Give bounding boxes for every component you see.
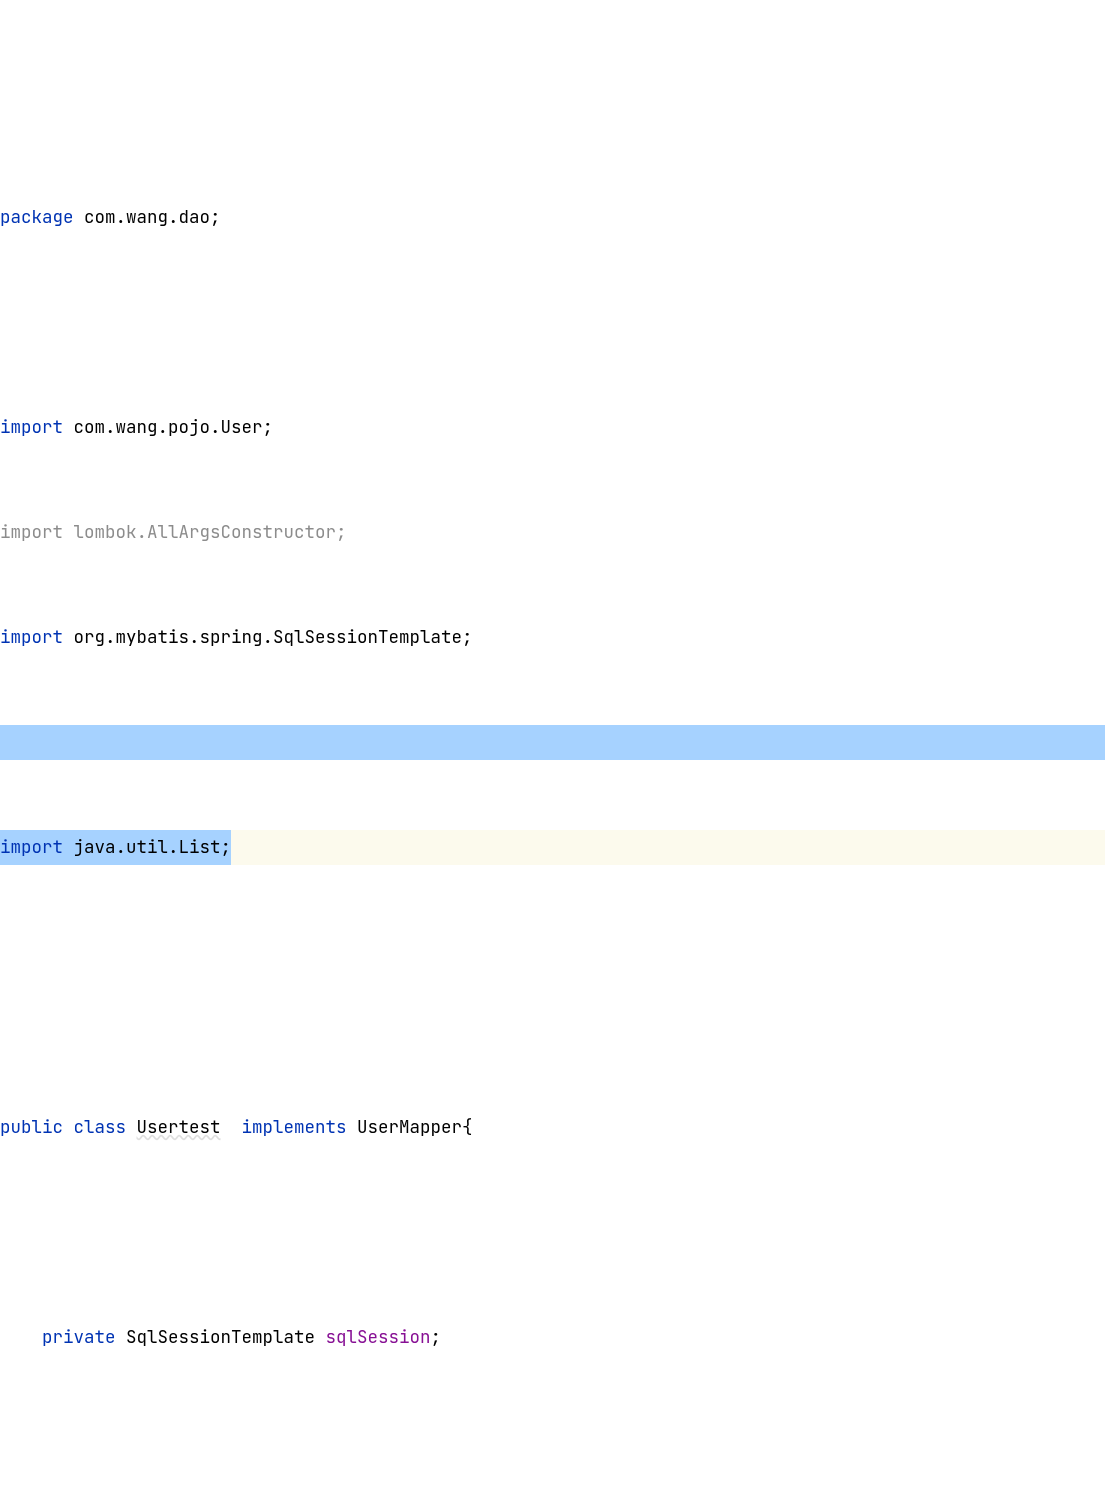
code-line[interactable]: import com.wang.pojo.User; xyxy=(0,410,1105,445)
code-line-blank[interactable] xyxy=(0,1005,1105,1040)
cursor-line-bg xyxy=(231,830,1105,865)
code-line-blank[interactable] xyxy=(0,935,1105,970)
code-line-selected-blank[interactable] xyxy=(0,725,1105,760)
keyword-public-class: public class xyxy=(0,1116,137,1139)
import-target: org.mybatis.spring.SqlSessionTemplate; xyxy=(63,626,473,649)
class-name: Usertest xyxy=(137,1116,221,1139)
interface-name: UserMapper{ xyxy=(357,1116,473,1139)
code-line-cursor[interactable]: import java.util.List; xyxy=(0,830,1105,865)
code-line[interactable]: import org.mybatis.spring.SqlSessionTemp… xyxy=(0,620,1105,655)
code-line-blank[interactable] xyxy=(0,1215,1105,1250)
code-editor[interactable]: package com.wang.dao; import com.wang.po… xyxy=(0,140,1105,1496)
import-target: com.wang.pojo.User; xyxy=(63,416,273,439)
import-target-gray: lombok.AllArgsConstructor; xyxy=(63,521,347,544)
keyword-private: private xyxy=(42,1326,126,1349)
code-line-blank[interactable] xyxy=(0,305,1105,340)
keyword-import: import xyxy=(0,626,63,649)
code-line[interactable]: package com.wang.dao; xyxy=(0,200,1105,235)
code-line-class-decl[interactable]: public class Usertest implements UserMap… xyxy=(0,1110,1105,1145)
keyword-import: import xyxy=(0,416,63,439)
selection-bg: import java.util.List; xyxy=(0,830,231,865)
field-name: sqlSession xyxy=(326,1326,431,1349)
indent xyxy=(0,1326,42,1349)
keyword-package: package xyxy=(0,206,74,229)
code-line-field[interactable]: private SqlSessionTemplate sqlSession; xyxy=(0,1320,1105,1355)
package-name: com.wang.dao; xyxy=(74,206,221,229)
code-line-unused-import[interactable]: import lombok.AllArgsConstructor; xyxy=(0,515,1105,550)
semicolon: ; xyxy=(431,1326,442,1349)
keyword-implements: implements xyxy=(221,1116,358,1139)
selection-bg xyxy=(0,725,1105,760)
import-target: java.util.List; xyxy=(63,836,231,859)
field-type: SqlSessionTemplate xyxy=(126,1326,326,1349)
keyword-import-gray: import xyxy=(0,521,63,544)
code-line-blank[interactable] xyxy=(0,1425,1105,1460)
keyword-import: import xyxy=(0,836,63,859)
